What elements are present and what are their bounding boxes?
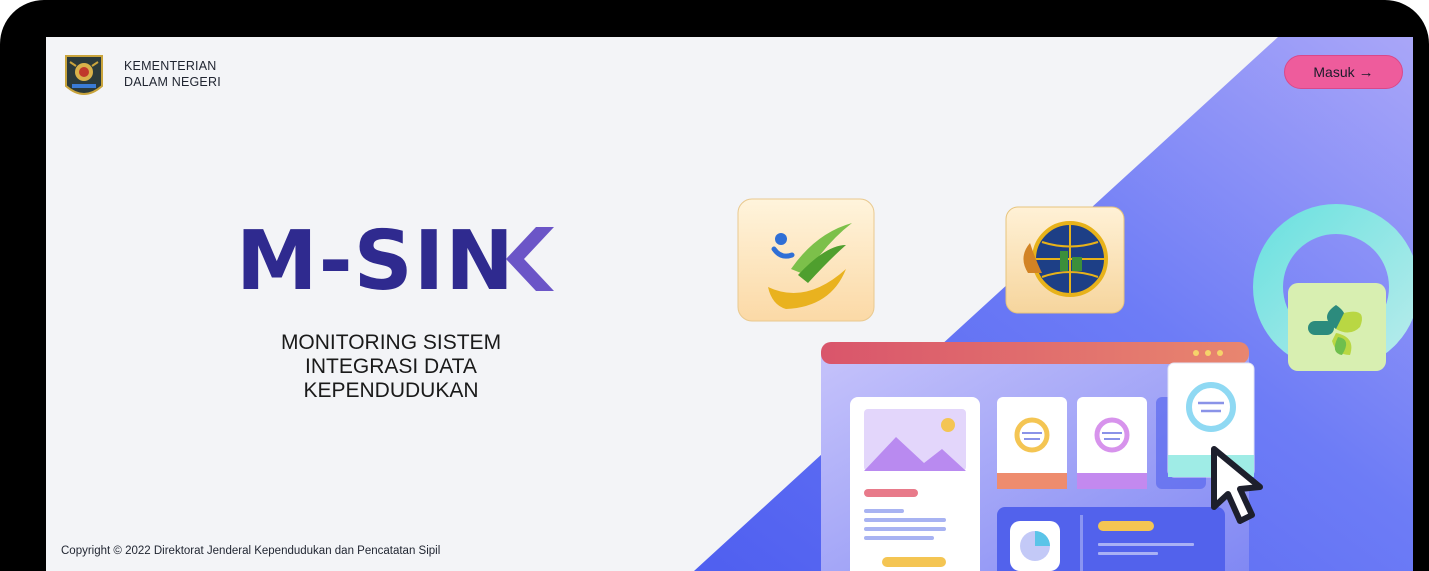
dashboard-illustration	[737, 198, 1413, 571]
device-frame: KEMENTERIAN DALAM NEGERI Masuk → M-SIN M…	[0, 0, 1429, 571]
ministry-of-agriculture-logo	[737, 198, 875, 322]
land-agency-globe-logo	[1005, 206, 1125, 314]
health-ministry-logo	[1288, 283, 1386, 371]
browser-window-mockup	[821, 342, 1255, 571]
landing-page: KEMENTERIAN DALAM NEGERI Masuk → M-SIN M…	[46, 37, 1413, 571]
